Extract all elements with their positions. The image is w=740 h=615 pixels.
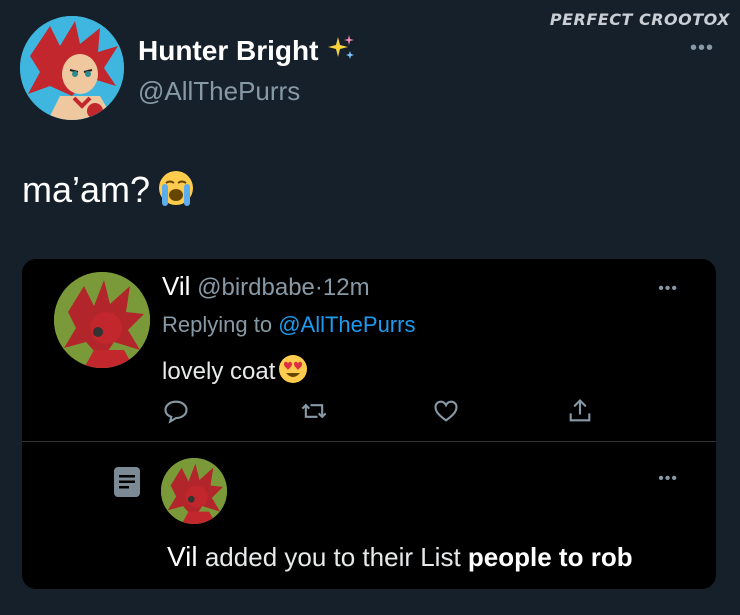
notification-message: added you to their List [197, 542, 468, 572]
notification-actor-name[interactable]: Vil [167, 541, 198, 572]
list-icon [108, 464, 146, 500]
share-icon[interactable] [566, 397, 594, 425]
reply-author-handle[interactable]: @birdbabe [197, 274, 315, 301]
author-handle[interactable]: @AllThePurrs [138, 76, 300, 107]
heart-eyes-face-icon [277, 353, 309, 392]
author-name-text: Hunter Bright [138, 35, 319, 66]
divider [22, 441, 716, 442]
notification-more-icon[interactable]: ••• [658, 471, 678, 487]
replying-to-label: Replying to [162, 312, 273, 337]
replying-to-mention[interactable]: @AllThePurrs [278, 312, 415, 337]
notification-text: Vil added you to their List people to ro… [167, 541, 633, 573]
reply-avatar[interactable] [54, 272, 150, 368]
notification-avatar[interactable] [161, 458, 227, 524]
reply-icon[interactable] [162, 397, 190, 425]
loudly-crying-face-icon [156, 168, 196, 217]
retweet-icon[interactable] [300, 397, 328, 425]
author-name[interactable]: Hunter Bright [138, 33, 356, 70]
reply-text: lovely coat [162, 353, 309, 392]
reply-card: Vil @birdbabe·12m ••• Replying to @AllTh… [22, 259, 716, 589]
replying-to: Replying to @AllThePurrs [162, 312, 415, 338]
more-options-icon[interactable]: ••• [690, 38, 714, 58]
reply-header: Vil @birdbabe·12m [162, 271, 370, 302]
author-avatar[interactable] [20, 16, 124, 120]
reply-text-content: lovely coat [162, 358, 276, 385]
reply-timestamp[interactable]: 12m [323, 274, 370, 301]
tweet-text: ma’am? [22, 168, 196, 217]
tweet-text-content: ma’am? [22, 169, 151, 210]
like-icon[interactable] [432, 397, 460, 425]
reply-more-icon[interactable]: ••• [658, 281, 678, 297]
notification-list-name[interactable]: people to rob [468, 542, 633, 572]
watermark: PERFECT CROOTOX [549, 10, 730, 29]
sparkles-icon [326, 33, 356, 70]
reply-author-name[interactable]: Vil [162, 271, 190, 301]
reply-separator: · [314, 274, 323, 301]
